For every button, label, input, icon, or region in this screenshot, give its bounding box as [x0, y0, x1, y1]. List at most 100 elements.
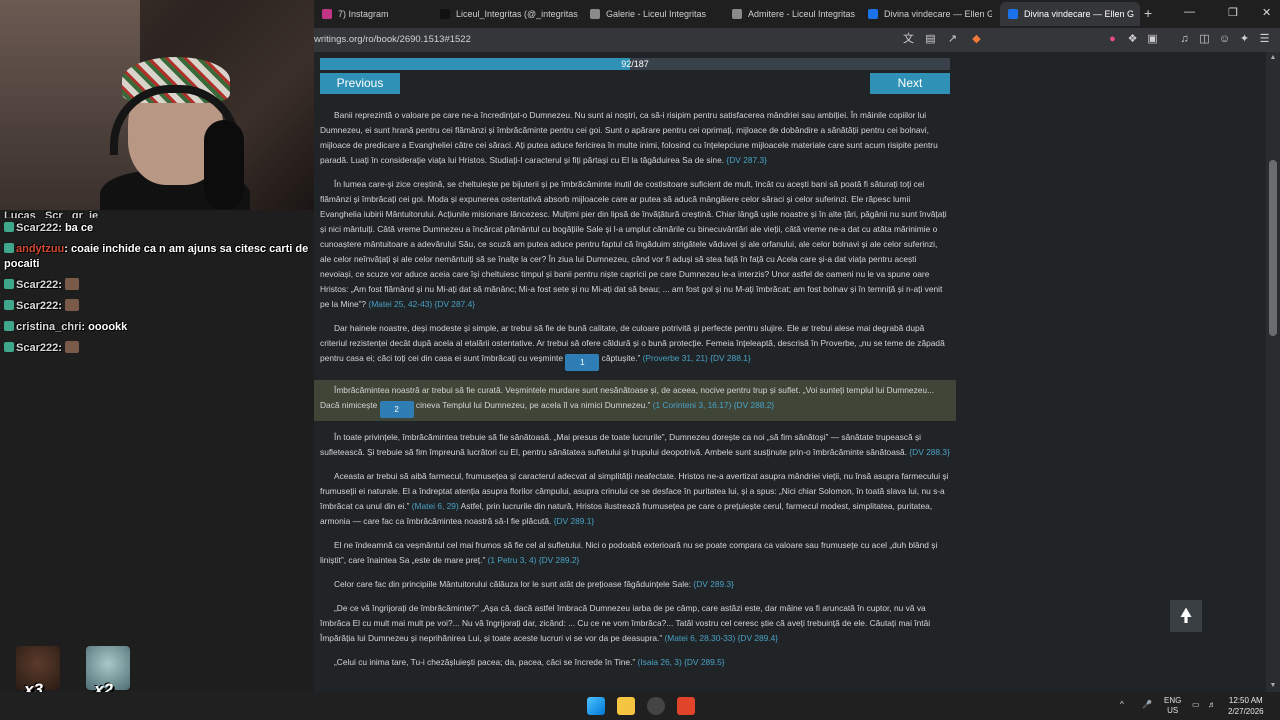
- reference-link[interactable]: {DV 288.3}: [909, 447, 950, 457]
- paragraph: Banii reprezintă o valoare pe care ne-a …: [320, 108, 950, 168]
- volume-icon[interactable]: ♬: [1208, 700, 1216, 710]
- paragraph-text: „De ce vă îngrijorați de îmbrăcăminte?” …: [320, 603, 931, 643]
- menu-icon[interactable]: ☰: [1258, 33, 1271, 46]
- reference-link[interactable]: {DV 288.2}: [734, 400, 775, 410]
- previous-button[interactable]: Previous: [320, 73, 400, 94]
- extensions-icon[interactable]: ❖: [1126, 33, 1139, 46]
- emote-icon: [64, 278, 79, 290]
- paragraph-text: căptușite.”: [601, 353, 641, 363]
- reference-link[interactable]: {DV 289.4}: [738, 633, 779, 643]
- media-icon[interactable]: ♫: [1178, 33, 1191, 46]
- paragraph: „De ce vă îngrijorați de îmbrăcăminte?” …: [320, 601, 950, 646]
- reference-link[interactable]: {DV 287.3}: [726, 155, 767, 165]
- browser-tab[interactable]: Galerie - Liceul Integritas: [582, 2, 716, 26]
- chat-username[interactable]: Scar222: [16, 279, 58, 291]
- reference-link[interactable]: {DV 287.4}: [435, 299, 476, 309]
- reference-link[interactable]: {DV 289.2}: [539, 555, 580, 565]
- paragraph: În lumea care-și zice creștină, se chelt…: [320, 177, 950, 312]
- brave-icon[interactable]: [677, 697, 695, 715]
- close-window-icon[interactable]: ✕: [1262, 6, 1271, 19]
- reference-link[interactable]: {DV 289.3}: [693, 579, 734, 589]
- badge-icon: [4, 222, 14, 232]
- browser-tab[interactable]: 7) Instagram: [314, 2, 426, 26]
- note-marker[interactable]: 1: [565, 354, 600, 371]
- obs-icon[interactable]: [647, 697, 665, 715]
- tab-label: Galerie - Liceul Integritas: [606, 9, 707, 19]
- chat-overlay: Lucas_ Scr_ gr_je Scar222: ba ce andytzuu:…: [0, 210, 314, 359]
- back-to-top-icon[interactable]: 🠝: [1170, 600, 1202, 632]
- time: 12:50 AM: [1228, 696, 1263, 705]
- reference-link[interactable]: (Isaia 26, 3): [638, 657, 682, 667]
- reference-link[interactable]: (Matei 6, 29): [412, 501, 459, 511]
- next-button[interactable]: Next: [870, 73, 950, 94]
- chat-message: Scar222:: [0, 296, 314, 317]
- chat-username[interactable]: Scar222: [16, 222, 58, 234]
- new-tab-button[interactable]: +: [1144, 5, 1152, 21]
- paragraph: El ne îndeamnă ca veșmântul cel mai frum…: [320, 538, 950, 568]
- reader-icon[interactable]: ▤: [924, 33, 937, 46]
- chat-username[interactable]: cristina_chri: [16, 321, 81, 333]
- reference-link[interactable]: (1 Corinteni 3, 16.17): [653, 400, 732, 410]
- browser-tab[interactable]: Divina vindecare — Ellen G. W: [860, 2, 992, 26]
- tab-label: Liceul_Integritas (@_integritas_: [456, 9, 578, 19]
- tray-chevron-icon[interactable]: ^: [1120, 700, 1124, 710]
- reference-link[interactable]: (Matei 6, 28.30-33): [665, 633, 736, 643]
- chat-username[interactable]: andytzuu: [16, 243, 64, 255]
- reference-link[interactable]: {DV 289.1}: [554, 516, 595, 526]
- paragraph-text: „Celui cu inima tare, Tu-i chezășluiești…: [334, 657, 636, 667]
- chat-message: Scar222: ba ce: [0, 218, 314, 239]
- tab-favicon-icon: [868, 9, 878, 19]
- badge-icon: [4, 243, 14, 253]
- tab-favicon-icon: [440, 9, 450, 19]
- sidebar-icon[interactable]: ◫: [1198, 33, 1211, 46]
- chat-message: Lucas_ Scr_ gr_je: [0, 210, 314, 219]
- browser-tab[interactable]: Liceul_Integritas (@_integritas_: [432, 2, 578, 26]
- chat-message: andytzuu: coaie inchide ca n am ajuns sa…: [4, 243, 309, 270]
- tab-favicon-icon: [732, 9, 742, 19]
- rewards-icon[interactable]: ●: [1106, 33, 1119, 46]
- chat-text: Lucas_ Scr_ gr_je: [4, 210, 99, 219]
- tab-favicon-icon: [590, 9, 600, 19]
- microphone: [204, 120, 244, 210]
- paragraph-text: În toate privințele, îmbrăcămintea trebu…: [320, 432, 922, 457]
- browser-tab[interactable]: Admitere - Liceul Integritas: [724, 2, 858, 26]
- paragraph-text: cineva Templul lui Dumnezeu, pe acela îl…: [415, 400, 651, 410]
- progress-label: 92/187: [621, 59, 649, 69]
- mic-icon[interactable]: 🎤: [1142, 700, 1152, 710]
- profile-icon[interactable]: ☺: [1218, 33, 1231, 46]
- tab-label: 7) Instagram: [338, 9, 389, 19]
- screen: Lucas_ Scr_ gr_je Scar222: ba ce andytzuu:…: [0, 0, 1280, 720]
- reading-progress: 92/187: [320, 58, 950, 70]
- emote-icon: [64, 341, 79, 353]
- network-icon[interactable]: ▭: [1192, 700, 1200, 710]
- clock[interactable]: 12:50 AM 2/27/2026: [1228, 695, 1264, 717]
- reference-link[interactable]: (1 Petru 3, 4): [488, 555, 537, 565]
- date: 2/27/2026: [1228, 707, 1264, 716]
- url-field[interactable]: writings.org/ro/book/2690.1513#1522: [314, 34, 471, 45]
- translate-icon[interactable]: 文: [902, 33, 915, 46]
- reference-link[interactable]: {DV 289.5}: [684, 657, 725, 667]
- brave-shield-icon[interactable]: ◆: [970, 33, 983, 46]
- minimize-icon[interactable]: —: [1184, 6, 1195, 18]
- leo-icon[interactable]: ✦: [1238, 33, 1251, 46]
- start-icon[interactable]: [587, 697, 605, 715]
- paragraph: În toate privințele, îmbrăcămintea trebu…: [320, 430, 950, 460]
- browser-tab[interactable]: Divina vindecare — Ellen G✕: [1000, 2, 1140, 26]
- note-marker[interactable]: 2: [379, 401, 414, 418]
- reference-link[interactable]: (Proverbe 31, 21): [643, 353, 708, 363]
- file-explorer-icon[interactable]: [617, 697, 635, 715]
- badge-icon: [4, 300, 14, 310]
- reference-link[interactable]: {DV 288.1}: [710, 353, 751, 363]
- maximize-icon[interactable]: ❐: [1228, 6, 1238, 19]
- reference-link[interactable]: (Matei 25, 42-43): [368, 299, 432, 309]
- chat-username[interactable]: Scar222: [16, 342, 58, 354]
- language-indicator[interactable]: ENG US: [1164, 696, 1181, 716]
- scrollbar-thumb[interactable]: [1269, 160, 1277, 336]
- wallet-icon[interactable]: ▣: [1146, 33, 1159, 46]
- webcam-overlay: [0, 0, 314, 210]
- book-text: Banii reprezintă o valoare pe care ne-a …: [314, 108, 956, 679]
- share-icon[interactable]: ↗: [946, 33, 959, 46]
- scrollbar[interactable]: ▲ ▼: [1266, 52, 1280, 692]
- chat-username[interactable]: Scar222: [16, 300, 58, 312]
- paragraph: Aceasta ar trebui să aibă farmecul, frum…: [320, 469, 950, 529]
